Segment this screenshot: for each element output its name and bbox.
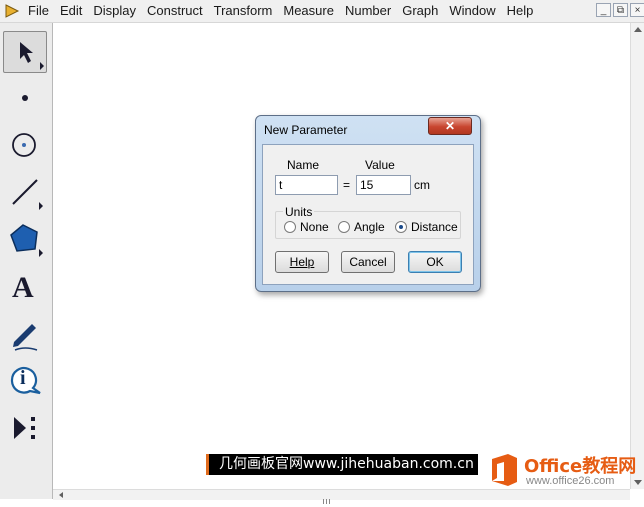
text-a-icon: A <box>12 271 34 304</box>
ok-button[interactable]: OK <box>408 251 462 273</box>
menu-number[interactable]: Number <box>345 0 398 22</box>
marker-tool[interactable] <box>3 312 47 354</box>
restore-button[interactable]: ⧉ <box>613 3 628 17</box>
menu-graph[interactable]: Graph <box>402 0 445 22</box>
radio-angle[interactable]: Angle <box>338 220 385 234</box>
office26-url: www.office26.com <box>526 475 615 487</box>
custom-tool[interactable] <box>3 407 47 449</box>
dialog-close-button[interactable]: ✕ <box>428 117 472 135</box>
help-button-label: Help <box>289 255 315 269</box>
scroll-up-icon[interactable] <box>634 27 642 32</box>
custom-tool-icon <box>14 417 35 439</box>
radio-angle-circle[interactable] <box>338 221 350 233</box>
radio-none[interactable]: None <box>284 220 329 234</box>
vertical-scrollbar[interactable] <box>630 23 644 489</box>
menu-items: File Edit Display Construct Transform Measure… <box>28 0 544 22</box>
arrow-select-tool[interactable] <box>3 31 47 73</box>
name-field[interactable] <box>275 175 338 195</box>
menu-bar: File Edit Display Construct Transform Measure… <box>0 0 644 23</box>
radio-distance-circle[interactable] <box>395 221 407 233</box>
arrow-icon <box>20 42 44 70</box>
minimize-button[interactable]: _ <box>596 3 611 17</box>
compass-tool[interactable] <box>3 124 47 166</box>
close-window-button[interactable]: × <box>630 3 644 17</box>
value-field[interactable] <box>356 175 411 195</box>
office-logo-icon <box>492 454 517 486</box>
new-parameter-dialog: New Parameter ✕ Name Value = cm Units No… <box>255 115 481 292</box>
marker-pen-icon <box>13 324 38 351</box>
cancel-button[interactable]: Cancel <box>341 251 395 273</box>
office26-watermark: Office教程网 www.office26.com <box>486 450 644 490</box>
dialog-body: Name Value = cm Units None Angle Distanc… <box>262 144 474 285</box>
unit-label: cm <box>414 178 430 192</box>
polygon-icon <box>10 224 43 257</box>
menu-measure[interactable]: Measure <box>283 0 341 22</box>
text-tool[interactable]: A <box>3 266 47 308</box>
jihehuaban-watermark: 几何画板官网www.jihehuaban.com.cn <box>206 454 478 475</box>
menu-construct[interactable]: Construct <box>147 0 210 22</box>
app-icon[interactable] <box>4 3 20 19</box>
radio-distance-label: Distance <box>411 220 458 234</box>
point-icon <box>22 95 28 101</box>
polygon-tool[interactable] <box>3 218 47 260</box>
value-label: Value <box>365 158 395 172</box>
units-label: Units <box>283 205 315 219</box>
radio-angle-label: Angle <box>354 220 385 234</box>
circle-compass-icon <box>12 133 36 157</box>
scroll-thumb-grip[interactable] <box>323 492 347 504</box>
info-letter: i <box>20 367 26 389</box>
menu-transform[interactable]: Transform <box>214 0 280 22</box>
scroll-left-icon[interactable] <box>59 492 63 498</box>
name-label: Name <box>287 158 320 172</box>
help-button[interactable]: Help <box>275 251 329 273</box>
toolbox: A i <box>0 23 53 499</box>
menu-edit[interactable]: Edit <box>60 0 89 22</box>
radio-none-label: None <box>300 220 329 234</box>
line-segment-icon <box>12 179 43 210</box>
menu-display[interactable]: Display <box>93 0 143 22</box>
radio-none-circle[interactable] <box>284 221 296 233</box>
straightedge-tool[interactable] <box>3 171 47 213</box>
point-tool[interactable] <box>3 77 47 119</box>
information-tool[interactable]: i <box>3 359 47 401</box>
radio-distance[interactable]: Distance <box>395 220 458 234</box>
menu-file[interactable]: File <box>28 0 56 22</box>
dialog-title: New Parameter <box>264 123 348 137</box>
menu-window[interactable]: Window <box>449 0 502 22</box>
equals-sign: = <box>343 178 351 192</box>
horizontal-scrollbar[interactable] <box>53 489 630 504</box>
menu-help[interactable]: Help <box>507 0 541 22</box>
